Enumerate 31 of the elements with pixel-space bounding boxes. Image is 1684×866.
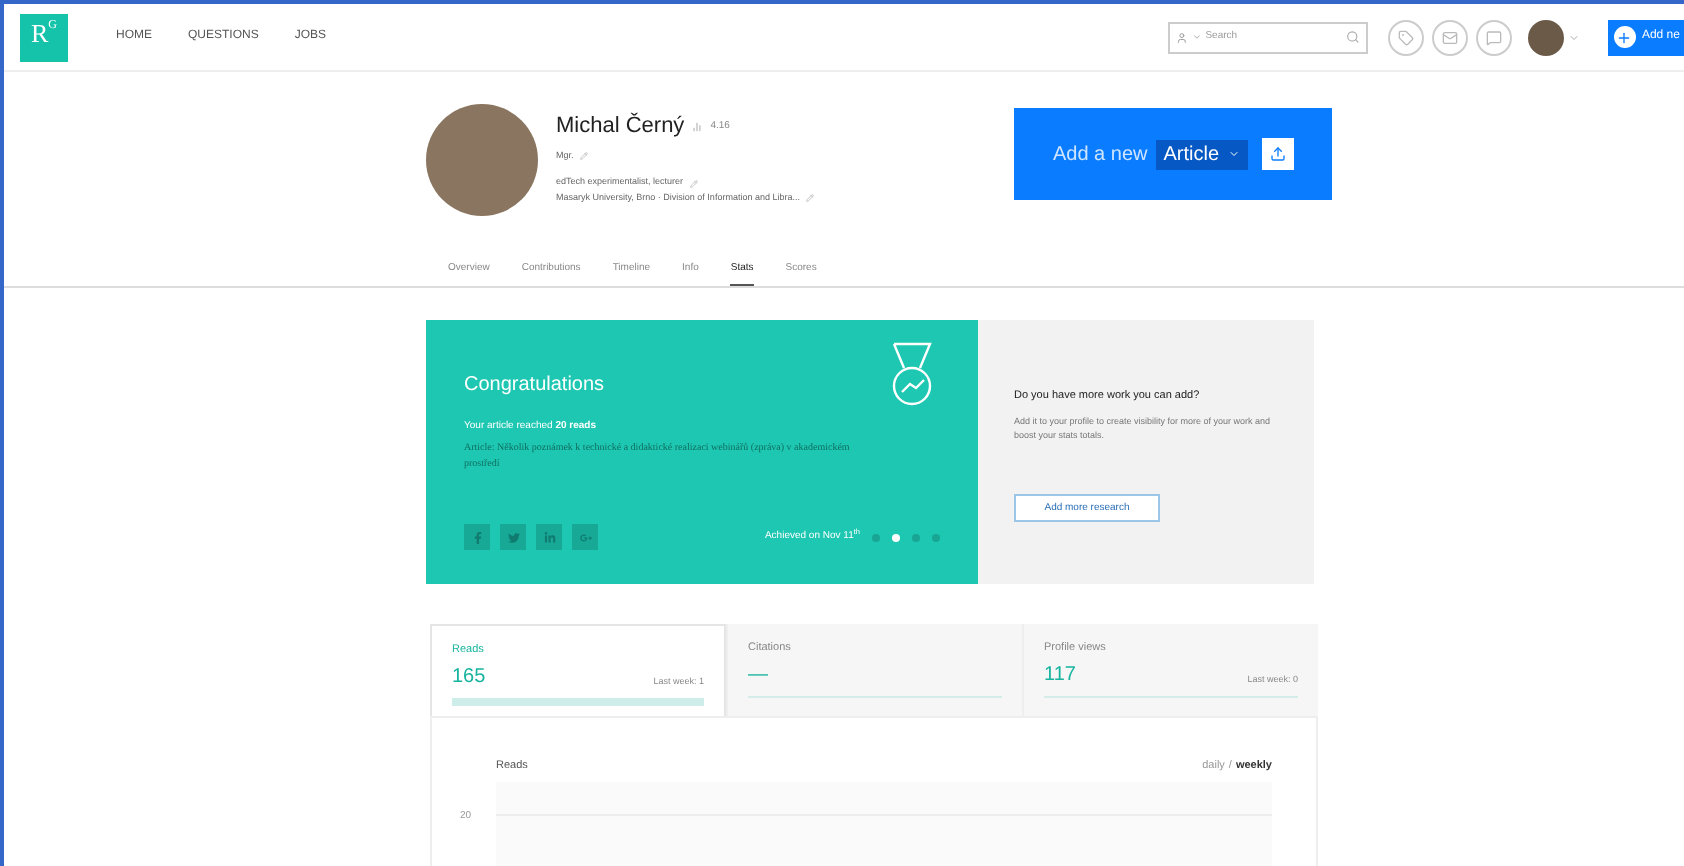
- tag-button[interactable]: [1387, 19, 1424, 55]
- facebook-button[interactable]: [464, 524, 490, 550]
- caret-icon: [1227, 148, 1240, 160]
- envelope-icon: [1441, 29, 1458, 45]
- avatar-icon[interactable]: [1527, 19, 1564, 55]
- search-icon: [1346, 30, 1360, 44]
- caret-icon[interactable]: [1567, 31, 1580, 43]
- linkedin-button[interactable]: [536, 524, 562, 550]
- add-new-label: Add a new: [1052, 141, 1148, 169]
- tag-icon: [1397, 29, 1414, 45]
- bar-chart-icon: [692, 121, 703, 132]
- profile-name: Michal Černý: [556, 110, 685, 142]
- chat-button[interactable]: [1475, 19, 1512, 55]
- plus-icon: [1613, 26, 1636, 48]
- google-plus-icon: [579, 531, 591, 543]
- pencil-icon[interactable]: [805, 194, 814, 203]
- envelope-button[interactable]: [1431, 19, 1468, 55]
- chat-icon: [1485, 29, 1502, 45]
- pencil-icon[interactable]: [579, 151, 588, 160]
- facebook-icon: [471, 531, 483, 543]
- caret-icon: [1191, 32, 1202, 42]
- milestone-title: Congratulations: [464, 372, 607, 400]
- pencil-icon[interactable]: [689, 179, 698, 188]
- google-plus-button[interactable]: [572, 524, 598, 550]
- linkedin-icon: [543, 531, 555, 543]
- upload-button[interactable]: [1261, 138, 1294, 170]
- type-dropdown[interactable]: Article: [1155, 139, 1248, 169]
- bird-icon: [507, 531, 519, 543]
- upload-icon: [1269, 146, 1286, 162]
- bird-button[interactable]: [500, 524, 526, 550]
- person-icon: [1175, 31, 1188, 43]
